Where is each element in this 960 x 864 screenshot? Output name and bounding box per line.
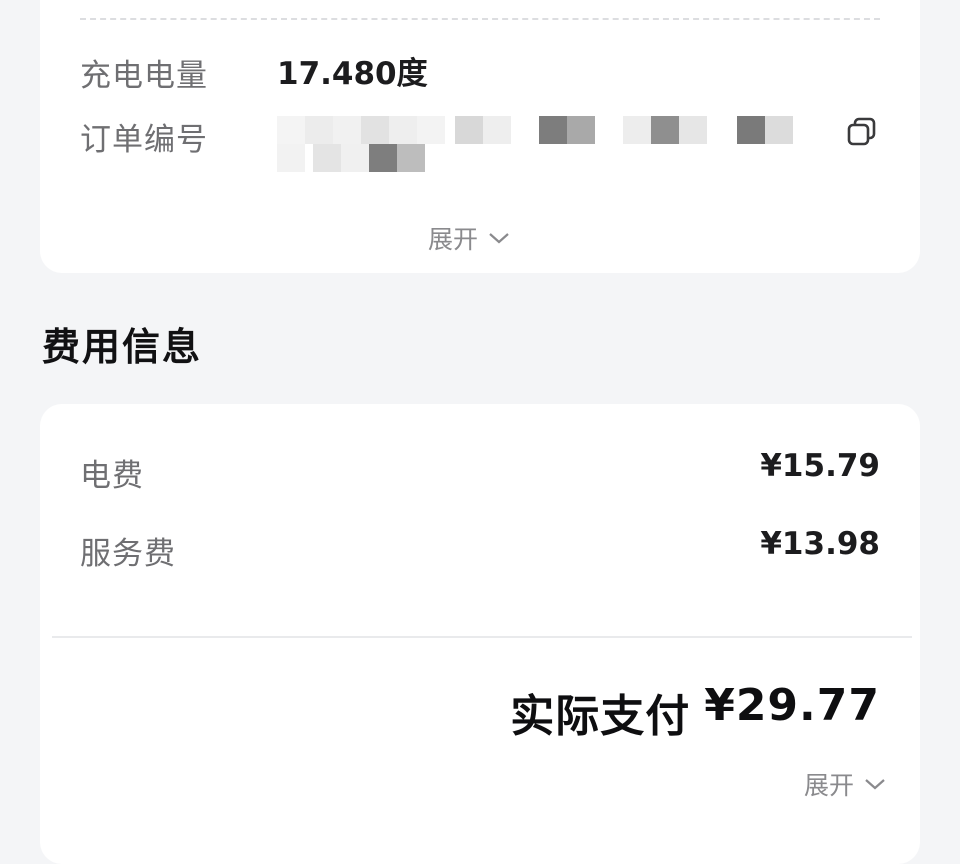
- fee-section-title: 费用信息: [42, 325, 203, 369]
- fee-expand-button[interactable]: 展开: [804, 766, 886, 802]
- fee-divider: [52, 636, 912, 638]
- order-number-redacted: [277, 116, 797, 144]
- electricity-fee-label: 电费: [80, 458, 144, 494]
- fee-info-card: 电费 ¥15.79 服务费 ¥13.98 实际支付 ¥29.77 展开: [40, 404, 920, 864]
- copy-icon[interactable]: [846, 116, 878, 148]
- dashed-divider: [80, 18, 880, 20]
- charge-amount-label: 充电电量: [80, 58, 208, 94]
- total-payment-label: 实际支付: [510, 691, 691, 742]
- chevron-down-icon: [489, 233, 509, 244]
- charge-amount-value: 17.480度: [277, 56, 428, 92]
- chevron-down-icon: [865, 779, 885, 790]
- order-info-card: 充电电量 17.480度 订单编号 展开: [40, 0, 920, 273]
- order-expand-button[interactable]: 展开: [428, 220, 510, 256]
- order-number-label: 订单编号: [80, 122, 208, 158]
- service-fee-label: 服务费: [80, 536, 176, 572]
- total-payment-row: 实际支付 ¥29.77: [510, 680, 880, 744]
- order-expand-label: 展开: [428, 225, 479, 254]
- fee-expand-label: 展开: [803, 771, 854, 800]
- electricity-fee-amount: ¥15.79: [760, 448, 880, 484]
- total-payment-amount: ¥29.77: [704, 680, 880, 731]
- service-fee-amount: ¥13.98: [760, 526, 880, 562]
- order-number-redacted-line2: [277, 144, 437, 172]
